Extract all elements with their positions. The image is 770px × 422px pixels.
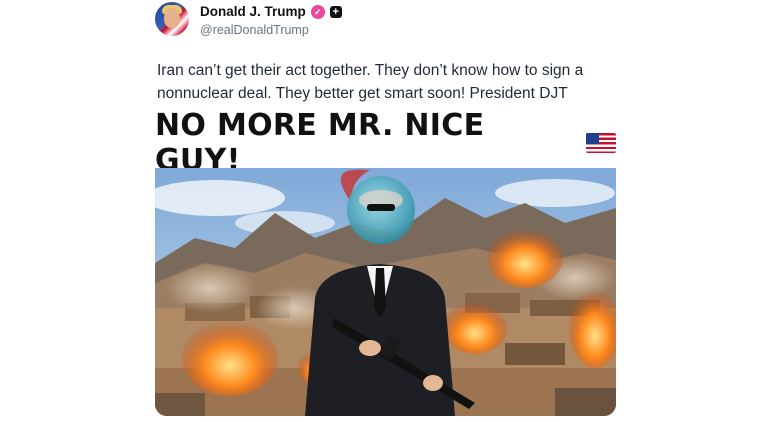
sunglasses bbox=[367, 204, 395, 211]
plus-badge-icon: + bbox=[329, 6, 342, 18]
hand bbox=[423, 375, 443, 391]
meme-illustration bbox=[155, 168, 616, 416]
social-post: Donald J. Trump ✓ + @realDonaldTrump Ira… bbox=[0, 0, 770, 422]
meme-image[interactable] bbox=[155, 168, 616, 416]
profile-avatar[interactable] bbox=[155, 2, 189, 36]
explosion bbox=[182, 320, 278, 396]
cloud bbox=[495, 179, 615, 207]
rubble bbox=[155, 393, 205, 416]
tie bbox=[374, 268, 386, 318]
explosion bbox=[487, 228, 563, 288]
post-text: Iran can’t get their act together. They … bbox=[157, 62, 584, 102]
explosion bbox=[443, 302, 507, 354]
smoke-cloud bbox=[165, 263, 255, 313]
author-display-name[interactable]: Donald J. Trump bbox=[200, 3, 306, 21]
avatar-face bbox=[164, 8, 180, 28]
building bbox=[505, 343, 565, 365]
meme-caption-bar: NO MORE MR. NICE GUY! bbox=[155, 108, 616, 178]
hand bbox=[359, 340, 381, 356]
post-media[interactable]: NO MORE MR. NICE GUY! bbox=[155, 108, 616, 416]
us-flag-icon bbox=[586, 133, 616, 153]
rubble bbox=[555, 388, 616, 416]
check-badge-icon: ✓ bbox=[310, 5, 325, 19]
author-name-row: Donald J. Trump ✓ + bbox=[200, 3, 342, 21]
author-handle[interactable]: @realDonaldTrump bbox=[200, 22, 309, 38]
